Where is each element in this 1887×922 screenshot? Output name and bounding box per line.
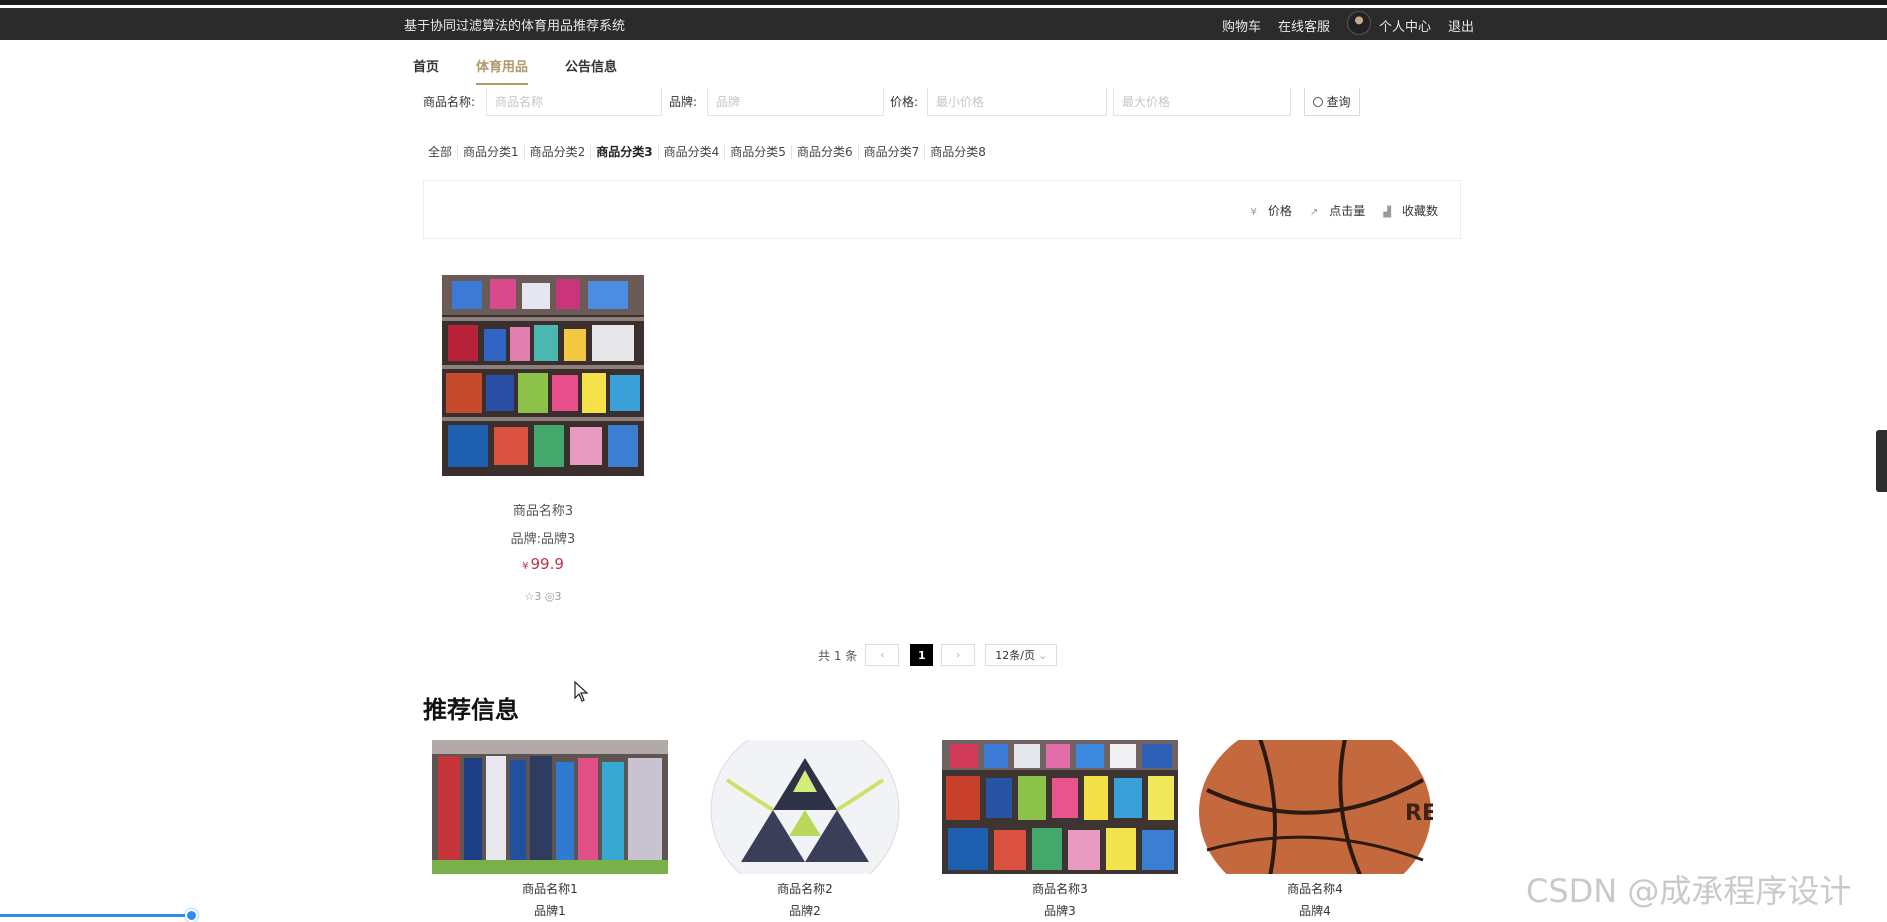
- sort-price[interactable]: ¥ 价格: [1241, 202, 1291, 219]
- category-5[interactable]: 商品分类5: [724, 145, 791, 159]
- nav-home[interactable]: 首页: [413, 56, 439, 85]
- logout-link[interactable]: 退出: [1448, 16, 1474, 35]
- recommend-name[interactable]: 商品名称4: [1197, 880, 1433, 897]
- recommend-card[interactable]: 商品名称3 品牌3: [942, 740, 1178, 919]
- nav-notices[interactable]: 公告信息: [565, 56, 617, 85]
- product-name[interactable]: 商品名称3: [442, 500, 644, 519]
- sort-favorites-label: 收藏数: [1401, 204, 1438, 218]
- sort-favorites[interactable]: ▟ 收藏数: [1374, 202, 1438, 219]
- nav-products[interactable]: 体育用品: [476, 56, 529, 85]
- chevron-down-icon: ⌄: [1038, 648, 1048, 662]
- category-4[interactable]: 商品分类4: [657, 145, 725, 159]
- service-link[interactable]: 在线客服: [1278, 16, 1330, 35]
- recommend-image[interactable]: RE: [1197, 740, 1433, 874]
- product-image[interactable]: [442, 275, 644, 476]
- category-8[interactable]: 商品分类8: [924, 145, 991, 159]
- profile-link[interactable]: 个人中心: [1379, 16, 1431, 35]
- page-size-value: 12条/页: [995, 649, 1035, 662]
- category-all[interactable]: 全部: [428, 145, 457, 159]
- recommend-image[interactable]: [687, 740, 923, 874]
- page-1-button[interactable]: 1: [910, 644, 934, 666]
- bar-chart-icon: ▟: [1383, 207, 1391, 218]
- pagination: 共 1 条 ‹ 1 › 12条/页 ⌄: [818, 644, 1058, 666]
- view-count: 3: [554, 590, 562, 603]
- currency-symbol: ¥: [522, 561, 529, 572]
- top-header-bar: 基于协同过滤算法的体育用品推荐系统 购物车 在线客服 个人中心 退出: [0, 8, 1887, 40]
- sort-options: ¥ 价格 ↗ 点击量 ▟ 收藏数: [1232, 202, 1438, 219]
- avatar[interactable]: [1347, 11, 1372, 35]
- recommend-title: 推荐信息: [423, 696, 519, 724]
- recommend-brand: 品牌3: [1044, 904, 1076, 918]
- sort-bar: ¥ 价格 ↗ 点击量 ▟ 收藏数: [423, 180, 1461, 239]
- query-button[interactable]: 查询: [1304, 88, 1360, 116]
- category-1[interactable]: 商品分类1: [457, 145, 524, 159]
- recommend-card[interactable]: 商品名称1 品牌1: [432, 740, 668, 919]
- search-icon: [1313, 96, 1324, 107]
- price-label: 价格:: [890, 95, 919, 109]
- site-title: 基于协同过滤算法的体育用品推荐系统: [404, 19, 626, 34]
- name-search-input[interactable]: [486, 88, 662, 116]
- pager-total: 共 1 条: [818, 648, 858, 663]
- recommend-name[interactable]: 商品名称1: [432, 880, 668, 897]
- category-3[interactable]: 商品分类3: [590, 145, 657, 159]
- recommend-image[interactable]: [432, 740, 668, 874]
- main-nav: 首页 体育用品 公告信息: [413, 56, 654, 85]
- sort-price-label: 价格: [1267, 204, 1292, 218]
- product-stats: ☆3 ◎3: [442, 590, 644, 603]
- header-links: 购物车 在线客服 个人中心 退出: [1222, 11, 1491, 35]
- recommend-brand: 品牌4: [1299, 904, 1331, 918]
- prev-page-button[interactable]: ‹: [865, 644, 900, 666]
- recommend-brand: 品牌1: [534, 904, 566, 918]
- sort-clicks[interactable]: ↗ 点击量: [1301, 202, 1365, 219]
- cart-link[interactable]: 购物车: [1222, 16, 1261, 35]
- category-7[interactable]: 商品分类7: [857, 145, 925, 159]
- recommend-name[interactable]: 商品名称2: [687, 880, 923, 897]
- like-count: 3: [534, 590, 542, 603]
- next-page-button[interactable]: ›: [941, 644, 976, 666]
- sort-clicks-label: 点击量: [1329, 204, 1366, 218]
- top-edge-bar: [0, 0, 1887, 5]
- trend-icon: ↗: [1309, 207, 1319, 218]
- product-price: ¥99.9: [442, 555, 644, 573]
- category-filter: 全部 商品分类1 商品分类2 商品分类3 商品分类4 商品分类5 商品分类6 商…: [428, 145, 991, 159]
- name-label: 商品名称:: [423, 95, 476, 109]
- mouse-cursor-icon: [574, 681, 589, 702]
- recommend-brand: 品牌2: [789, 904, 821, 918]
- recommend-card[interactable]: 商品名称2 品牌2: [687, 740, 923, 919]
- side-float-tab[interactable]: [1876, 430, 1887, 492]
- query-button-label: 查询: [1326, 95, 1351, 109]
- category-2[interactable]: 商品分类2: [523, 145, 591, 159]
- progress-knob[interactable]: [185, 909, 198, 922]
- product-card[interactable]: 商品名称3 品牌:品牌3 ¥99.9 ☆3 ◎3: [442, 275, 644, 603]
- brand-label: 品牌:: [669, 95, 698, 109]
- product-brand: 品牌:品牌3: [510, 532, 576, 547]
- watermark: CSDN @成承程序设计: [1526, 872, 1852, 910]
- page-progress-bar: [0, 909, 198, 922]
- recommend-card[interactable]: RE 商品名称4 品牌4: [1197, 740, 1433, 919]
- recommend-image[interactable]: [942, 740, 1178, 874]
- category-6[interactable]: 商品分类6: [790, 145, 858, 159]
- price-value: 99.9: [530, 555, 564, 573]
- chevron-left-icon: ‹: [880, 649, 885, 661]
- like-icon: ☆: [524, 590, 535, 603]
- recommend-name[interactable]: 商品名称3: [942, 880, 1178, 897]
- max-price-input[interactable]: [1113, 88, 1291, 116]
- brand-search-input[interactable]: [707, 88, 884, 116]
- yen-icon: ¥: [1250, 207, 1257, 218]
- ball-brand-mark: RE: [1405, 801, 1433, 826]
- page-size-select[interactable]: 12条/页 ⌄: [985, 644, 1058, 666]
- min-price-input[interactable]: [927, 88, 1107, 116]
- chevron-right-icon: ›: [956, 649, 961, 661]
